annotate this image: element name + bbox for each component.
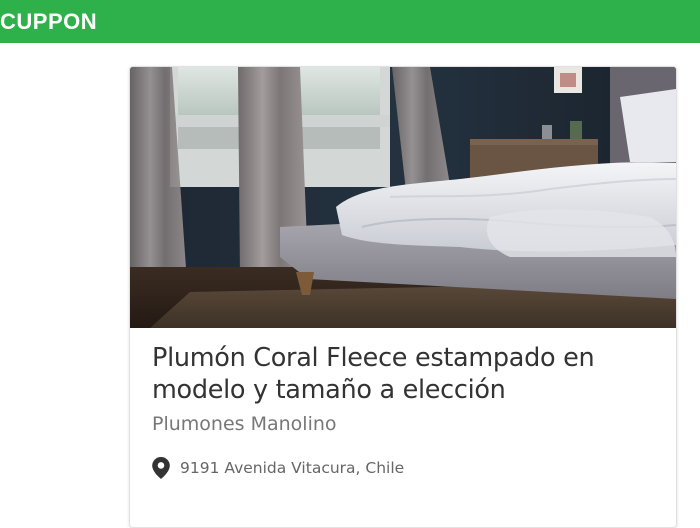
top-bar: CUPPON — [0, 0, 700, 43]
merchant-name: Plumones Manolino — [152, 413, 337, 435]
deal-title[interactable]: Plumón Coral Fleece estampado en modelo … — [152, 342, 662, 406]
map-pin-icon — [152, 457, 170, 479]
brand-logo[interactable]: CUPPON — [0, 9, 97, 35]
deal-address: 9191 Avenida Vitacura, Chile — [180, 459, 405, 477]
deal-card[interactable]: Plumón Coral Fleece estampado en modelo … — [129, 66, 677, 528]
deal-location: 9191 Avenida Vitacura, Chile — [152, 457, 404, 479]
deal-image[interactable] — [130, 67, 676, 328]
